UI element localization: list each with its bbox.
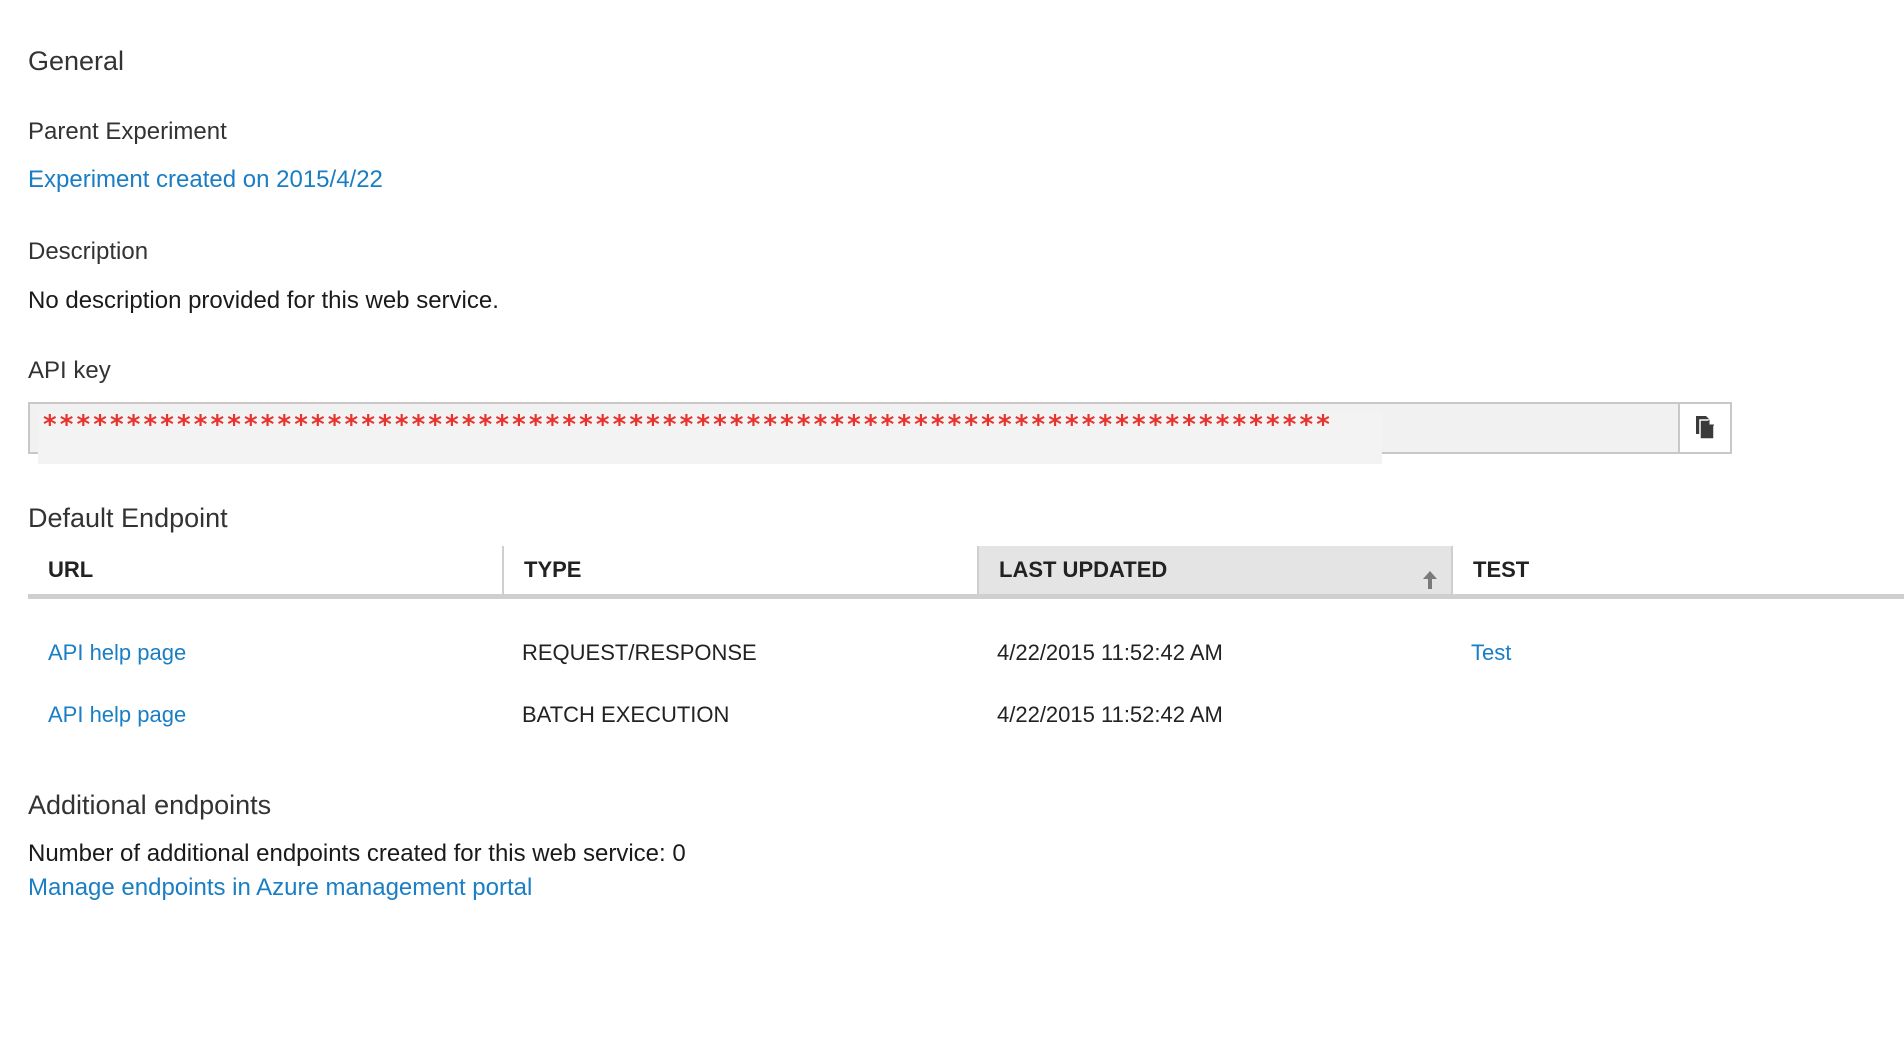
parent-experiment-link[interactable]: Experiment created on 2015/4/22 (28, 166, 383, 194)
api-key-field[interactable]: ****************************************… (28, 402, 1732, 464)
endpoint-table: URL TYPE LAST UPDATED TEST API help page… (28, 546, 1904, 727)
additional-endpoints-title: Additional endpoints (28, 790, 272, 820)
endpoint-type: BATCH EXECUTION (522, 702, 730, 727)
table-header: URL TYPE LAST UPDATED TEST (28, 546, 1904, 599)
api-help-page-link[interactable]: API help page (48, 702, 186, 728)
general-section-title: General (28, 46, 125, 76)
endpoint-last-updated: 4/22/2015 11:52:42 AM (997, 640, 1223, 665)
column-header-type[interactable]: TYPE (502, 546, 977, 594)
additional-endpoints-count: Number of additional endpoints created f… (28, 840, 686, 867)
default-endpoint-title: Default Endpoint (28, 503, 228, 533)
parent-experiment-label: Parent Experiment (28, 118, 227, 145)
description-value: No description provided for this web ser… (28, 287, 499, 314)
api-help-page-link[interactable]: API help page (48, 640, 186, 666)
sort-ascending-icon (1421, 560, 1439, 608)
column-header-url[interactable]: URL (28, 546, 502, 594)
copy-api-key-button[interactable] (1678, 404, 1730, 452)
column-header-last-updated-label: LAST UPDATED (999, 557, 1168, 582)
copy-icon (1694, 412, 1716, 445)
column-header-last-updated[interactable]: LAST UPDATED (977, 546, 1451, 594)
description-label: Description (28, 238, 149, 265)
endpoint-last-updated: 4/22/2015 11:52:42 AM (997, 702, 1223, 727)
column-header-test[interactable]: TEST (1451, 546, 1904, 594)
endpoint-type: REQUEST/RESPONSE (522, 640, 757, 665)
api-key-value: ****************************************… (42, 410, 1333, 440)
table-row: API help page BATCH EXECUTION 4/22/2015 … (28, 702, 1904, 742)
test-link[interactable]: Test (1471, 640, 1511, 666)
api-key-label: API key (28, 357, 111, 384)
table-row: API help page REQUEST/RESPONSE 4/22/2015… (28, 640, 1904, 680)
manage-endpoints-link[interactable]: Manage endpoints in Azure management por… (28, 874, 532, 902)
